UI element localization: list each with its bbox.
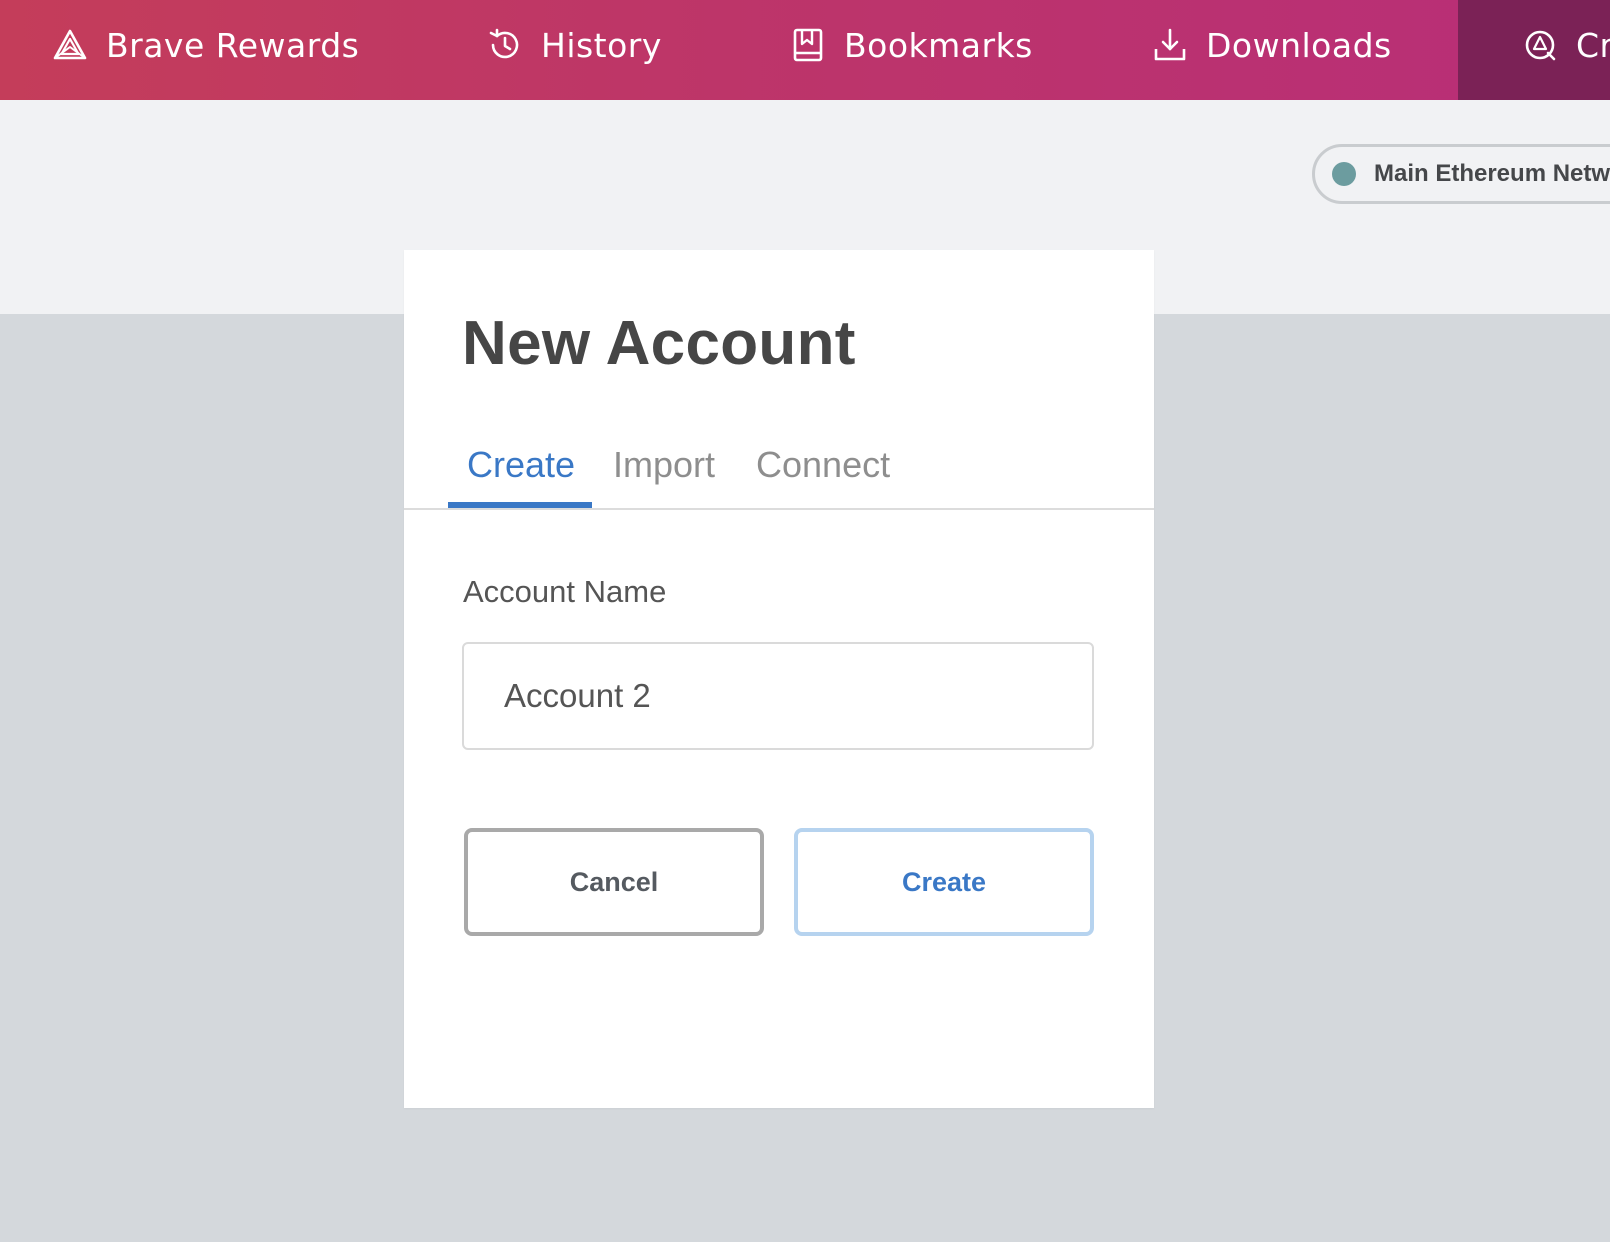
create-button[interactable]: Create	[794, 828, 1094, 936]
modal-title: New Account	[462, 309, 856, 378]
account-name-label: Account Name	[463, 574, 667, 609]
nav-item-downloads[interactable]: Downloads	[1152, 0, 1392, 90]
top-navigation-bar: Brave Rewards History Bookmarks Download…	[0, 0, 1610, 100]
tab-connect[interactable]: Connect	[756, 444, 890, 486]
nav-item-brave-rewards[interactable]: Brave Rewards	[52, 0, 359, 90]
account-name-input[interactable]	[462, 642, 1094, 750]
nav-item-label: Cr	[1576, 25, 1610, 65]
nav-item-label: Bookmarks	[844, 25, 1033, 65]
network-selector[interactable]: Main Ethereum Netwo	[1312, 144, 1610, 204]
nav-item-label: Brave Rewards	[106, 25, 360, 65]
nav-item-label: History	[541, 25, 662, 65]
cancel-button[interactable]: Cancel	[464, 828, 764, 936]
history-clock-icon	[489, 28, 519, 59]
active-tab-indicator	[448, 502, 592, 508]
account-tabs: Create Import Connect	[404, 420, 1154, 510]
nav-item-history[interactable]: History	[487, 0, 662, 90]
network-label: Main Ethereum Netwo	[1374, 160, 1610, 187]
nav-item-crypto[interactable]: Cr	[1522, 0, 1610, 90]
crypto-wallet-icon	[1525, 30, 1556, 61]
bookmark-book-icon	[793, 28, 823, 62]
new-account-modal: New Account Create Import Connect Accoun…	[404, 250, 1154, 1108]
network-status-dot	[1332, 162, 1356, 186]
brave-rewards-triangle-icon	[53, 29, 87, 60]
tab-create[interactable]: Create	[467, 444, 575, 486]
nav-item-label: Downloads	[1206, 25, 1392, 65]
tab-import[interactable]: Import	[613, 444, 715, 486]
nav-item-bookmarks[interactable]: Bookmarks	[790, 0, 1033, 90]
download-icon	[1154, 28, 1186, 61]
